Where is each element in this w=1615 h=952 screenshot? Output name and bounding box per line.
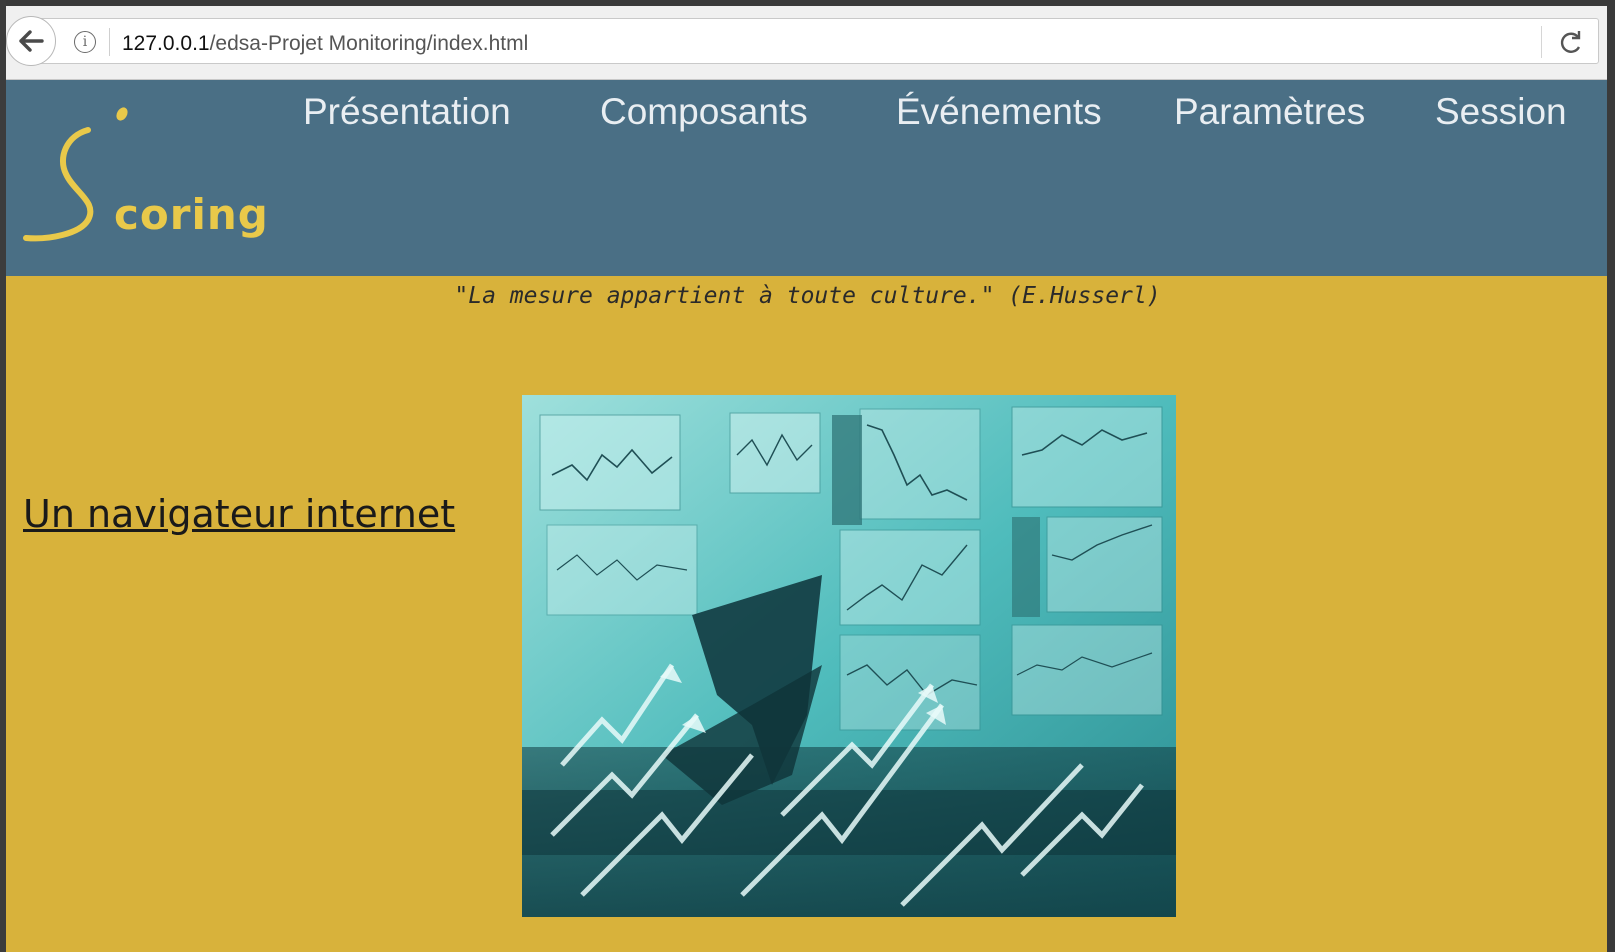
outer-frame-right — [1607, 0, 1615, 952]
nav-composants[interactable]: Composants — [600, 91, 808, 133]
url-host: 127.0.0.1 — [122, 32, 210, 55]
browser-link[interactable]: Un navigateur internet — [23, 492, 455, 536]
browser-toolbar: i 127.0.0.1/edsa-Projet Monitoring/index… — [6, 6, 1607, 80]
logo-text: coring — [114, 190, 269, 239]
back-button[interactable] — [6, 16, 56, 66]
url-separator — [109, 28, 110, 56]
hero-image-art — [522, 395, 1176, 917]
url-text[interactable]: 127.0.0.1/edsa-Projet Monitoring/index.h… — [122, 32, 528, 56]
back-arrow-icon — [19, 30, 44, 52]
nav-evenements[interactable]: Événements — [896, 91, 1102, 133]
hero-finance-image — [522, 395, 1176, 917]
nav-parametres[interactable]: Paramètres — [1174, 91, 1365, 133]
reload-icon — [1560, 31, 1581, 53]
scoring-logo[interactable]: coring — [18, 102, 278, 252]
reload-button[interactable] — [1554, 28, 1588, 58]
quote-text: "La mesure appartient à toute culture." … — [454, 283, 1161, 309]
url-path: /edsa-Projet Monitoring/index.html — [209, 32, 529, 55]
reload-separator — [1541, 26, 1542, 58]
nav-presentation[interactable]: Présentation — [303, 91, 511, 133]
site-header: coring Présentation Composants Événement… — [6, 80, 1607, 276]
logo-s-mark — [23, 107, 128, 242]
info-icon[interactable]: i — [74, 31, 96, 53]
nav-session[interactable]: Session — [1435, 91, 1567, 133]
